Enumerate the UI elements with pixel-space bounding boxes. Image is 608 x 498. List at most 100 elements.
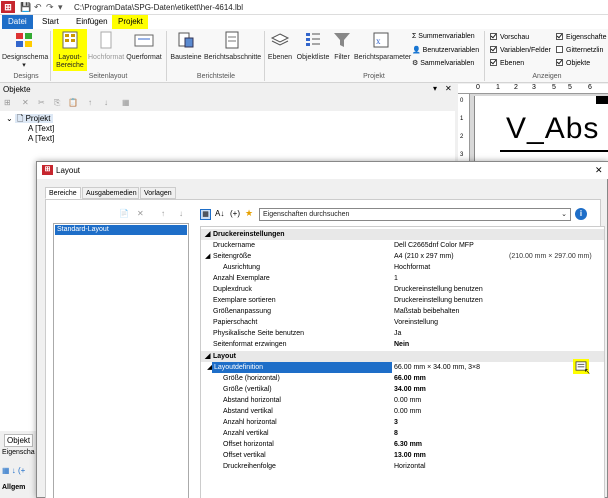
tab-ausgabemedien[interactable]: Ausgabemedien bbox=[82, 187, 139, 199]
layout-dialog: ⊞ Layout ✕ Bereiche Ausgabemedien Vorlag… bbox=[36, 161, 608, 498]
save-icon[interactable]: 💾 bbox=[20, 2, 31, 13]
querformat-button[interactable]: Querformat bbox=[125, 29, 163, 62]
pin-icon[interactable]: ▾ bbox=[433, 84, 437, 93]
delete-layout-icon[interactable]: ✕ bbox=[137, 209, 144, 218]
group-label-projekt: Projekt bbox=[363, 73, 385, 80]
hochformat-button[interactable]: Hochformat bbox=[88, 29, 124, 62]
chevron-down-icon[interactable]: ⌄ bbox=[561, 209, 567, 220]
palette-icon bbox=[16, 33, 32, 47]
tab-datei[interactable]: Datei bbox=[2, 15, 33, 29]
mouse-cursor-icon: ↖ bbox=[584, 367, 591, 376]
berichtsabschnitte-button[interactable]: Berichtsabschnitte bbox=[204, 29, 261, 62]
new-layout-icon[interactable]: 📄 bbox=[119, 209, 129, 218]
redo-icon[interactable]: ↷ bbox=[46, 2, 54, 13]
layers-icon bbox=[270, 33, 290, 46]
move-up-icon[interactable]: ↑ bbox=[161, 209, 165, 218]
checkbox-vorschau[interactable]: Vorschau bbox=[490, 33, 529, 41]
tab-einfuegen[interactable]: Einfügen bbox=[70, 15, 114, 29]
checkbox-variablen-felder[interactable]: Variablen/Felder bbox=[490, 46, 551, 54]
cut-icon[interactable]: ✂ bbox=[38, 98, 45, 107]
bausteine-button[interactable]: Bausteine bbox=[168, 29, 204, 62]
property-row[interactable]: Duplexdruck Druckereinstellung benutzen bbox=[201, 284, 604, 295]
tab-objekte[interactable]: Objekt bbox=[4, 434, 34, 447]
property-row[interactable]: Offset vertikal 13.00 mm bbox=[201, 450, 604, 461]
layout-areas-icon bbox=[62, 31, 78, 49]
property-row[interactable]: Anzahl Exemplare 1 bbox=[201, 273, 604, 284]
close-icon[interactable]: ✕ bbox=[445, 84, 452, 93]
property-row[interactable]: Papierschacht Voreinstellung bbox=[201, 317, 604, 328]
checkbox-ebenen[interactable]: Ebenen bbox=[490, 59, 524, 67]
tab-projekt[interactable]: Projekt bbox=[112, 15, 148, 30]
property-row[interactable]: Größe (horizontal) 66.00 mm bbox=[201, 373, 604, 384]
move-down-icon[interactable]: ↓ bbox=[104, 98, 108, 107]
checkbox-eigenschaften[interactable]: Eigenschafte bbox=[556, 33, 606, 41]
tab-vorlagen[interactable]: Vorlagen bbox=[140, 187, 176, 199]
dialog-close-icon[interactable]: ✕ bbox=[595, 165, 603, 176]
ebenen-button[interactable]: Ebenen bbox=[266, 29, 294, 62]
layout-bereiche-button[interactable]: Layout- Bereiche bbox=[53, 29, 87, 71]
layout-list: Standard-Layout bbox=[53, 223, 189, 498]
tab-start[interactable]: Start bbox=[36, 15, 65, 29]
delete-icon[interactable]: ✕ bbox=[22, 98, 29, 107]
sammelvariablen-button[interactable]: ⚙ Sammelvariablen bbox=[412, 59, 474, 67]
property-row[interactable]: Anzahl horizontal 3 bbox=[201, 417, 604, 428]
berichtsparameter-button[interactable]: x Berichtsparameter bbox=[354, 29, 411, 62]
preview-text[interactable]: V_Abs bbox=[506, 112, 599, 146]
objects-panel-title: Objekte bbox=[3, 85, 31, 94]
checkbox-gitternetzlinien[interactable]: Gitternetzlin bbox=[556, 46, 603, 54]
tree-item[interactable]: A [Text] bbox=[28, 124, 54, 133]
category-druckereinstellungen[interactable]: ◢ Druckereinstellungen bbox=[201, 229, 604, 240]
properties-label: Eigenscha bbox=[2, 449, 35, 456]
copy-icon[interactable]: ⎘ bbox=[54, 98, 60, 108]
property-row[interactable]: Offset horizontal 6.30 mm bbox=[201, 439, 604, 450]
ribbon: Designschema ▾ Designs Layout- Bereiche … bbox=[0, 29, 608, 83]
group-label-seitenlayout: Seitenlayout bbox=[88, 73, 128, 80]
list-item-standard-layout[interactable]: Standard-Layout bbox=[55, 225, 187, 235]
expand-icon[interactable]: ⌄ bbox=[6, 114, 13, 123]
select-all-icon[interactable]: ⊞ bbox=[4, 98, 11, 107]
checkbox-objekte[interactable]: Objekte bbox=[556, 59, 590, 67]
layout-edit-button[interactable]: ↖ bbox=[573, 359, 591, 376]
property-row[interactable]: Anzahl vertikal 8 bbox=[201, 428, 604, 439]
text-object-icon: A bbox=[28, 134, 33, 143]
move-up-icon[interactable]: ↑ bbox=[88, 98, 92, 107]
move-down-icon[interactable]: ↓ bbox=[179, 209, 183, 218]
objektliste-button[interactable]: Objektliste bbox=[295, 29, 331, 62]
property-search-input[interactable]: Eigenschaften durchsuchen ⌄ bbox=[259, 208, 571, 221]
property-row[interactable]: Abstand horizontal 0.00 mm bbox=[201, 395, 604, 406]
title-bar: ⊞ 💾 ↶ ↷ ▾ C:\ProgramData\SPG-Daten\etike… bbox=[0, 0, 608, 15]
property-row[interactable]: Druckername Dell C2665dnf Color MFP bbox=[201, 240, 604, 251]
designschema-button[interactable]: Designschema ▾ bbox=[2, 29, 48, 70]
property-row[interactable]: Größenanpassung Maßstab beibehalten bbox=[201, 306, 604, 317]
property-row[interactable]: Ausrichtung Hochformat bbox=[201, 262, 604, 273]
undo-icon[interactable]: ↶ bbox=[34, 2, 42, 13]
quick-access-dropdown-icon[interactable]: ▾ bbox=[58, 2, 63, 13]
favorite-star-icon[interactable]: ★ bbox=[245, 208, 253, 219]
benutzervariablen-button[interactable]: 👤 Benutzervariablen bbox=[412, 46, 479, 54]
formula-icon[interactable]: (+) bbox=[230, 209, 240, 218]
filter-button[interactable]: Filter bbox=[331, 29, 353, 62]
info-icon[interactable]: i bbox=[575, 208, 587, 220]
sort-icon[interactable]: ▦ ↓ (+ bbox=[2, 466, 25, 475]
categorized-icon[interactable]: ▦ bbox=[200, 209, 211, 220]
properties-icon[interactable]: ▦ bbox=[122, 98, 130, 107]
property-row-layoutdefinition[interactable]: ◢ Layoutdefinition 66.00 mm × 34.00 mm, 3×… bbox=[201, 362, 604, 373]
landscape-icon bbox=[134, 34, 154, 47]
tab-bereiche[interactable]: Bereiche bbox=[45, 187, 81, 199]
paste-icon[interactable]: 📋 bbox=[68, 98, 78, 107]
collection-icon: ⚙ bbox=[412, 60, 421, 67]
summenvariablen-button[interactable]: Σ Summenvariablen bbox=[412, 33, 475, 40]
property-row[interactable]: Physikalische Seite benutzen Ja bbox=[201, 328, 604, 339]
tree-item[interactable]: A [Text] bbox=[28, 134, 54, 143]
sort-alpha-icon[interactable]: A↓ bbox=[215, 209, 224, 218]
property-row[interactable]: ◢ Seitengröße A4 (210 x 297 mm) (210.00 mm … bbox=[201, 251, 604, 262]
property-row[interactable]: Druckreihenfolge Horizontal bbox=[201, 461, 604, 472]
group-separator bbox=[264, 31, 265, 81]
category-layout[interactable]: ◢ Layout bbox=[201, 351, 604, 362]
app-logo: ⊞ bbox=[1, 1, 15, 13]
collapse-icon: ◢ bbox=[205, 353, 211, 360]
property-row[interactable]: Größe (vertikal) 34.00 mm bbox=[201, 384, 604, 395]
property-row[interactable]: Exemplare sortieren Druckereinstellung be… bbox=[201, 295, 604, 306]
property-row[interactable]: Abstand vertikal 0.00 mm bbox=[201, 406, 604, 417]
property-row[interactable]: Seitenformat erzwingen Nein bbox=[201, 339, 604, 350]
